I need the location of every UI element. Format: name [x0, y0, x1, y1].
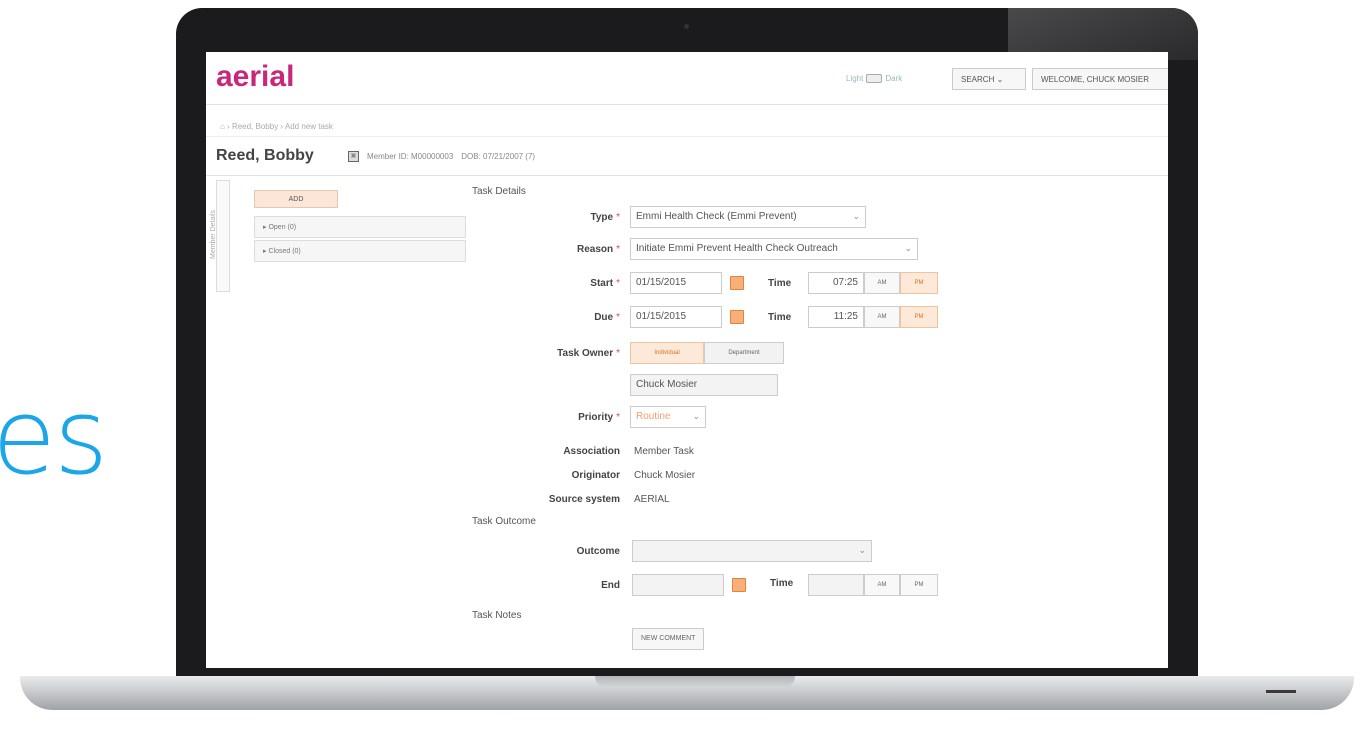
laptop-screen: aerial Light Dark SEARCH ⌄ WELCOME, CHUC…: [206, 52, 1168, 668]
start-pm-toggle[interactable]: PM: [900, 272, 938, 294]
start-label: Start *: [590, 278, 620, 289]
start-time-input[interactable]: 07:25: [808, 272, 864, 294]
end-date-input[interactable]: [632, 574, 724, 596]
new-comment-button[interactable]: NEW COMMENT: [632, 628, 705, 650]
start-date-input[interactable]: 01/15/2015: [630, 272, 722, 294]
end-label: End: [601, 580, 620, 591]
due-date-input[interactable]: 01/15/2015: [630, 306, 722, 328]
camera-dot: [684, 24, 689, 29]
welcome-user-button[interactable]: WELCOME, CHUCK MOSIER: [1032, 68, 1168, 90]
type-label: Type *: [590, 212, 620, 223]
theme-dark-label: Dark: [885, 74, 903, 83]
closed-tasks-label: Closed (0): [268, 248, 301, 255]
outcome-select[interactable]: ⌄: [632, 540, 872, 562]
welcome-label: WELCOME, CHUCK MOSIER: [1041, 74, 1150, 84]
source-system-label: Source system: [548, 494, 620, 505]
search-button[interactable]: SEARCH ⌄: [952, 68, 1026, 90]
chevron-down-icon: ⌄: [904, 243, 912, 253]
priority-select[interactable]: Routine ⌄: [630, 406, 706, 428]
patient-name: Reed, Bobby: [216, 147, 314, 164]
breadcrumb[interactable]: ⌂ › Reed, Bobby › Add new task: [220, 122, 333, 131]
owner-individual-toggle[interactable]: Individual: [630, 342, 704, 364]
theme-toggle[interactable]: Light Dark: [846, 74, 902, 83]
owner-department-toggle[interactable]: Department: [704, 342, 784, 364]
patient-dob: DOB: 07/21/2007 (7): [461, 152, 536, 161]
laptop-base: [20, 676, 1354, 710]
association-label: Association: [563, 446, 620, 457]
due-am-toggle[interactable]: AM: [864, 306, 900, 328]
background-headline: es: [0, 376, 108, 498]
add-button[interactable]: ADD: [254, 190, 338, 208]
app-header: aerial Light Dark SEARCH ⌄ WELCOME, CHUC…: [206, 52, 1168, 105]
id-card-icon[interactable]: ▣: [348, 151, 359, 162]
open-tasks-panel[interactable]: ▸ Open (0): [254, 216, 466, 238]
due-pm-toggle[interactable]: PM: [900, 306, 938, 328]
originator-value: Chuck Mosier: [634, 470, 696, 481]
member-details-label: Member Details: [210, 209, 218, 260]
reason-select[interactable]: Initiate Emmi Prevent Health Check Outre…: [630, 238, 918, 260]
task-owner-label: Task Owner *: [557, 348, 620, 359]
due-time-input[interactable]: 11:25: [808, 306, 864, 328]
chevron-down-icon: ⌄: [858, 545, 866, 555]
end-pm-toggle[interactable]: PM: [900, 574, 938, 596]
originator-label: Originator: [571, 470, 620, 481]
theme-switch[interactable]: [866, 74, 883, 83]
chevron-down-icon: ⌄: [996, 74, 1004, 84]
priority-label: Priority *: [578, 412, 620, 423]
association-value: Member Task: [634, 446, 694, 457]
end-am-toggle[interactable]: AM: [864, 574, 900, 596]
member-id: Member ID: M00000003: [367, 152, 454, 161]
calendar-icon[interactable]: [730, 310, 744, 324]
owner-name-field[interactable]: Chuck Mosier: [630, 374, 778, 396]
theme-light-label: Light: [846, 74, 864, 83]
end-time-label: Time: [770, 578, 794, 589]
closed-tasks-panel[interactable]: ▸ Closed (0): [254, 240, 466, 262]
start-am-toggle[interactable]: AM: [864, 272, 900, 294]
start-time-label: Time: [768, 278, 792, 289]
aerial-logo[interactable]: aerial: [216, 60, 294, 94]
due-time-label: Time: [768, 312, 792, 323]
task-details-title: Task Details: [472, 186, 526, 197]
outcome-label: Outcome: [576, 546, 620, 557]
source-system-value: AERIAL: [634, 494, 670, 505]
patient-header: Reed, Bobby ▣ Member ID: M00000003 DOB: …: [206, 136, 1168, 176]
type-select[interactable]: Emmi Health Check (Emmi Prevent) ⌄: [630, 206, 866, 228]
search-label: SEARCH: [961, 74, 995, 84]
chevron-down-icon: ⌄: [852, 211, 860, 221]
due-label: Due *: [594, 312, 620, 323]
task-notes-title: Task Notes: [472, 610, 522, 621]
task-outcome-title: Task Outcome: [472, 516, 536, 527]
patient-meta: ▣ Member ID: M00000003 DOB: 07/21/2007 (…: [348, 151, 535, 162]
open-tasks-label: Open (0): [268, 224, 297, 231]
end-time-input[interactable]: [808, 574, 864, 596]
reason-label: Reason *: [576, 244, 620, 255]
member-details-tab[interactable]: Member Details: [210, 180, 230, 292]
chevron-down-icon: ⌄: [692, 411, 700, 421]
calendar-icon[interactable]: [730, 276, 744, 290]
calendar-icon[interactable]: [732, 578, 746, 592]
